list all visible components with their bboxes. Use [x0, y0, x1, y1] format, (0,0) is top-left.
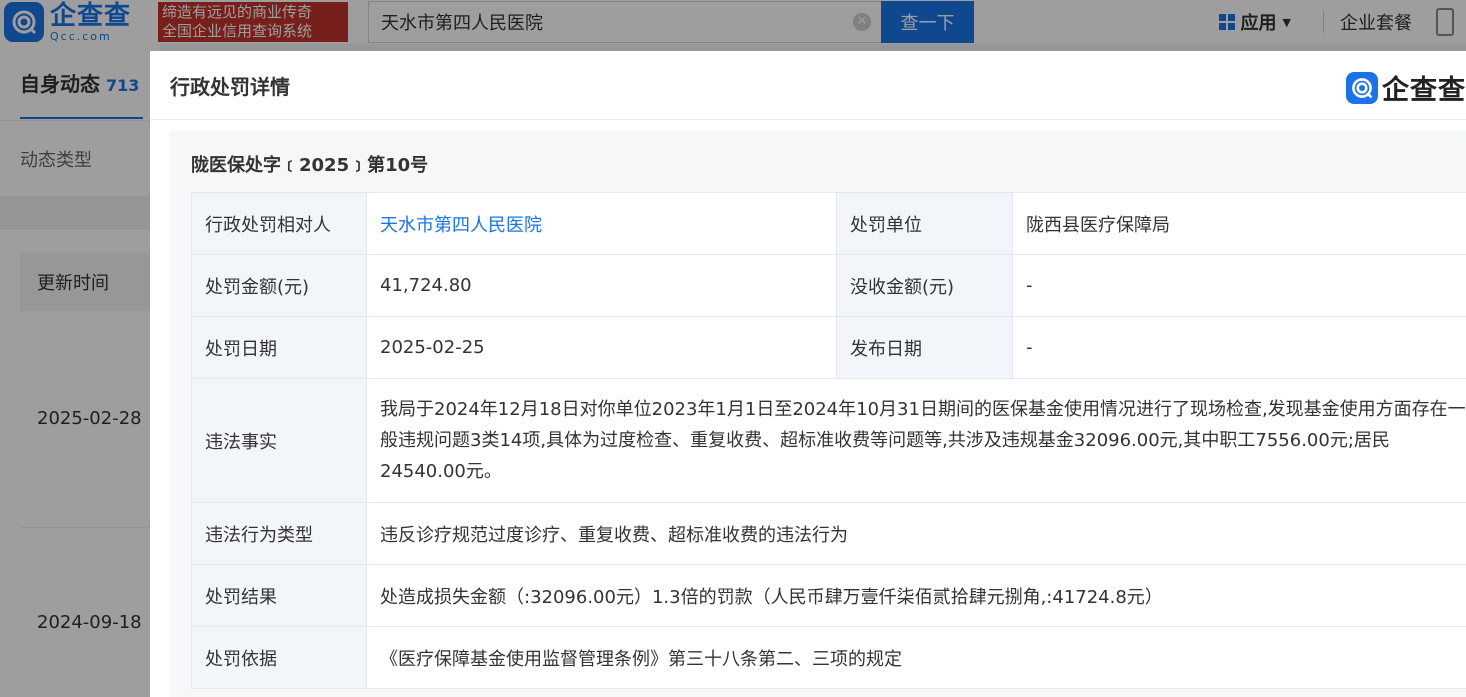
penalty-basis-label: 处罚依据: [191, 626, 367, 689]
violation-facts-value: 我局于2024年12月18日对你单位2023年1月1日至2024年10月31日期…: [366, 378, 1466, 503]
violation-type-label: 违法行为类型: [191, 502, 367, 565]
publish-date-label: 发布日期: [836, 316, 1013, 379]
penalty-detail-modal: 行政处罚详情 企查查 陇医保处字﹝2025﹞第10号 行政处罚相对人 天水市第四…: [150, 51, 1466, 697]
decision-document-number: 陇医保处字﹝2025﹞第10号: [191, 155, 429, 176]
penalty-date-label: 处罚日期: [191, 316, 367, 379]
table-row: 处罚金额(元) 41,724.80 没收金额(元) -: [191, 254, 1466, 317]
authority-value: 陇西县医疗保障局: [1012, 192, 1466, 255]
table-row: 处罚依据 《医疗保障基金使用监督管理条例》第三十八条第二、三项的规定: [191, 626, 1466, 689]
party-value: 天水市第四人民医院: [366, 192, 837, 255]
authority-label: 处罚单位: [836, 192, 1013, 255]
penalty-date-value: 2025-02-25: [366, 316, 837, 379]
penalty-result-label: 处罚结果: [191, 564, 367, 627]
modal-header: 行政处罚详情 企查查: [150, 51, 1466, 120]
amount-value: 41,724.80: [366, 254, 837, 317]
penalty-result-value: 处造成损失金额（:32096.00元）1.3倍的罚款（人民币肆万壹仟柒佰贰拾肆元…: [366, 564, 1466, 627]
penalty-basis-value: 《医疗保障基金使用监督管理条例》第三十八条第二、三项的规定: [366, 626, 1466, 689]
table-row: 违法事实 我局于2024年12月18日对你单位2023年1月1日至2024年10…: [191, 378, 1466, 503]
table-row: 处罚日期 2025-02-25 发布日期 -: [191, 316, 1466, 379]
modal-logo-text: 企查查: [1382, 75, 1466, 106]
table-row: 违法行为类型 违反诊疗规范过度诊疗、重复收费、超标准收费的违法行为: [191, 502, 1466, 565]
confiscated-label: 没收金额(元): [836, 254, 1013, 317]
modal-body: 陇医保处字﹝2025﹞第10号 行政处罚相对人 天水市第四人民医院 处罚单位 陇…: [170, 131, 1466, 697]
violation-type-value: 违反诊疗规范过度诊疗、重复收费、超标准收费的违法行为: [366, 502, 1466, 565]
modal-title: 行政处罚详情: [170, 74, 290, 99]
confiscated-value: -: [1012, 254, 1466, 317]
violation-facts-label: 违法事实: [191, 378, 367, 503]
table-row: 行政处罚相对人 天水市第四人民医院 处罚单位 陇西县医疗保障局: [191, 192, 1466, 255]
party-label: 行政处罚相对人: [191, 192, 367, 255]
modal-brand-logo: 企查查: [1346, 68, 1466, 107]
penalty-detail-table: 行政处罚相对人 天水市第四人民医院 处罚单位 陇西县医疗保障局 处罚金额(元) …: [191, 192, 1466, 689]
table-row: 处罚结果 处造成损失金额（:32096.00元）1.3倍的罚款（人民币肆万壹仟柒…: [191, 564, 1466, 627]
qcc-logo-icon: [1346, 71, 1378, 104]
amount-label: 处罚金额(元): [191, 254, 367, 317]
publish-date-value: -: [1012, 316, 1466, 379]
party-link[interactable]: 天水市第四人民医院: [380, 215, 542, 236]
